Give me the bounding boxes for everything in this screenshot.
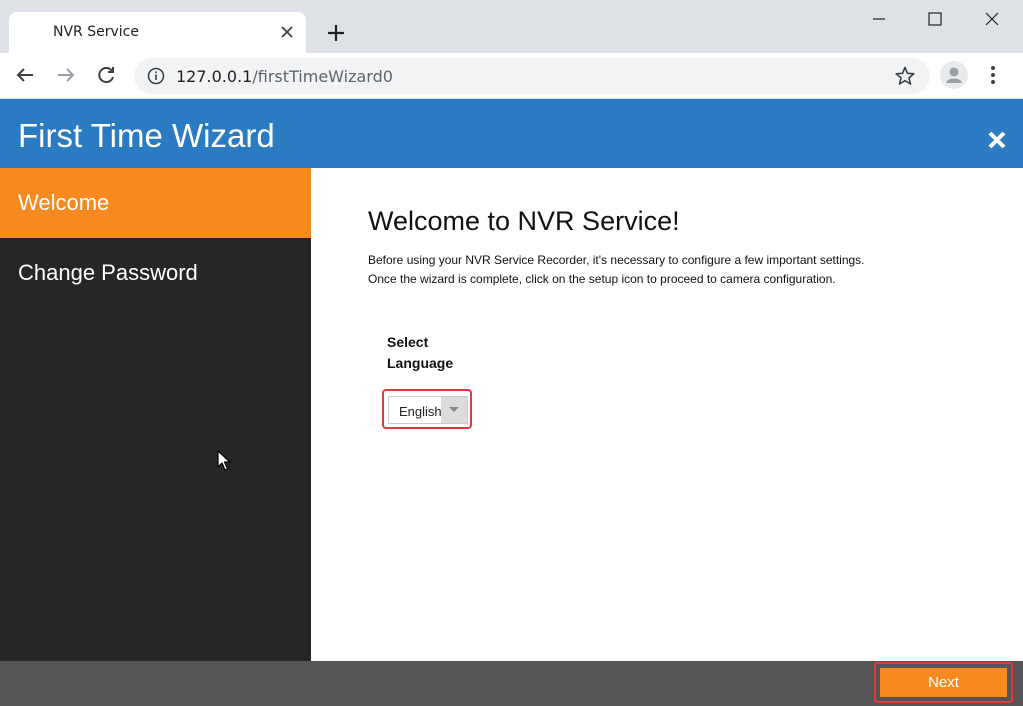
language-select-value: English — [399, 404, 442, 419]
address-bar[interactable]: 127.0.0.1/firstTimeWizard0 — [134, 58, 930, 94]
sidebar-item-label: Welcome — [18, 190, 110, 215]
minimize-icon[interactable] — [856, 4, 902, 34]
wizard-main: Welcome to NVR Service! Before using you… — [311, 168, 1023, 661]
forward-icon[interactable] — [52, 61, 80, 89]
sidebar-item-welcome[interactable]: Welcome — [0, 168, 311, 238]
url-path: /firstTimeWizard0 — [252, 67, 393, 86]
mouse-cursor-icon — [217, 450, 231, 471]
url-text: 127.0.0.1/firstTimeWizard0 — [176, 67, 393, 86]
language-label: Select Language — [387, 334, 454, 371]
next-button[interactable]: Next — [880, 668, 1007, 697]
wizard-footer: Next — [0, 661, 1023, 706]
profile-silhouette-icon — [946, 67, 962, 83]
window-close-icon[interactable] — [969, 4, 1015, 34]
back-icon[interactable] — [11, 61, 39, 89]
sidebar-item-change-password[interactable]: Change Password — [0, 238, 311, 308]
description-line-1: Before using your NVR Service Recorder, … — [368, 253, 865, 267]
info-icon[interactable] — [147, 67, 165, 85]
close-icon[interactable] — [984, 127, 1010, 153]
browser-tab-strip: NVR Service — [0, 0, 1023, 53]
chevron-down-icon — [449, 407, 459, 412]
maximize-icon[interactable] — [912, 4, 958, 34]
star-icon[interactable] — [894, 65, 916, 87]
url-host: 127.0.0.1 — [176, 67, 253, 86]
plus-icon[interactable] — [322, 19, 350, 47]
profile-icon[interactable] — [940, 61, 968, 89]
reload-icon[interactable] — [92, 61, 120, 89]
browser-toolbar: 127.0.0.1/firstTimeWizard0 — [0, 53, 1023, 99]
description-line-2: Once the wizard is complete, click on th… — [368, 272, 836, 286]
menu-dots-icon[interactable] — [983, 62, 1003, 88]
next-button-highlight: Next — [874, 662, 1013, 703]
language-select[interactable]: English — [388, 396, 468, 424]
wizard-title: First Time Wizard — [18, 117, 275, 154]
wizard-sidebar: Welcome Change Password — [0, 168, 311, 661]
dropdown-button[interactable] — [441, 397, 467, 423]
page-title: Welcome to NVR Service! — [368, 206, 680, 236]
language-select-highlight: English — [382, 389, 472, 429]
close-icon[interactable] — [276, 21, 298, 43]
tab-title: NVR Service — [53, 24, 139, 40]
browser-tab[interactable]: NVR Service — [9, 12, 306, 53]
sidebar-item-label: Change Password — [18, 260, 198, 285]
wizard-header: First Time Wizard — [0, 99, 1023, 168]
